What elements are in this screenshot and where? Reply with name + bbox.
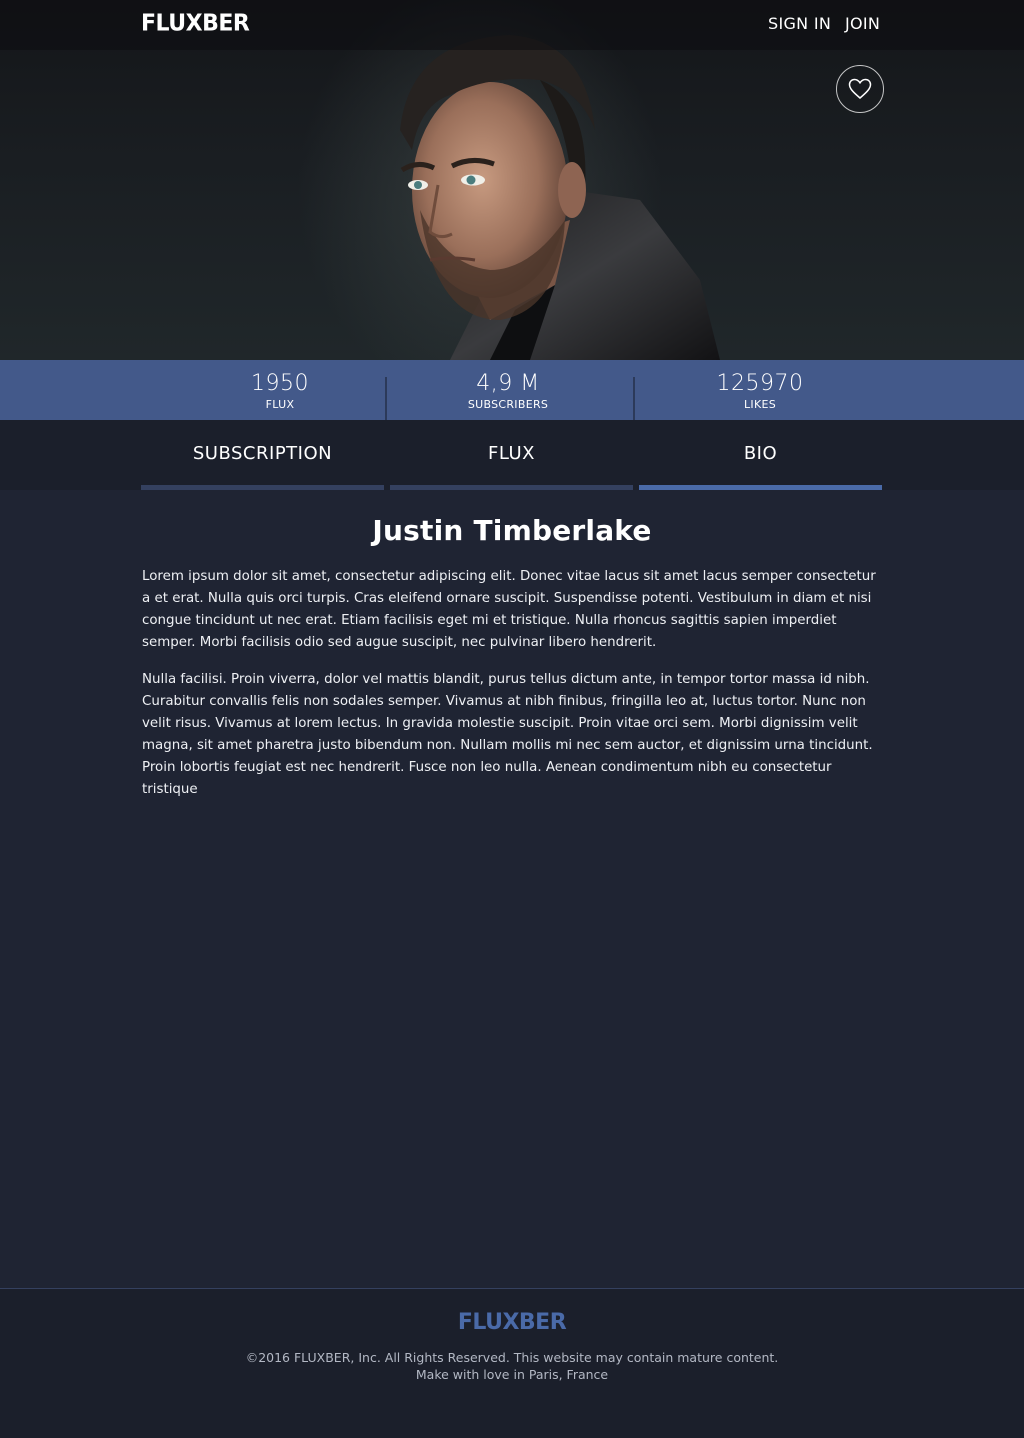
artist-portrait (400, 35, 720, 360)
tab-flux[interactable]: FLUX (390, 420, 633, 490)
tab-label: SUBSCRIPTION (192, 443, 333, 464)
footer-tagline: Make with love in Paris, France (415, 1367, 609, 1382)
stat-label: SUBSCRIBERS (467, 398, 549, 411)
tab-indicator (141, 485, 384, 490)
heart-icon (848, 78, 872, 99)
bio-paragraph: Nulla facilisi. Proin viverra, dolor vel… (142, 672, 873, 797)
stat-label: LIKES (743, 398, 777, 411)
stat-label: FLUX (265, 398, 295, 411)
stat-subscribers: 4,9 M SUBSCRIBERS (408, 360, 608, 420)
stat-value: 1950 (251, 371, 309, 396)
stats-bar: 1950 FLUX 4,9 M SUBSCRIBERS 125970 LIKES (0, 360, 1024, 420)
favorite-button[interactable] (836, 65, 884, 113)
stat-divider (385, 377, 387, 420)
stat-value: 4,9 M (476, 371, 540, 396)
footer-copyright: ©2016 FLUXBER, Inc. All Rights Reserved.… (245, 1350, 779, 1365)
hero-banner: FLUXBER SIGN IN JOIN (0, 0, 1024, 360)
brand-logo[interactable]: FLUXBER (141, 10, 250, 36)
stat-divider (633, 377, 635, 420)
footer-logo[interactable]: FLUXBER (0, 1310, 1024, 1335)
artist-name: Justin Timberlake (372, 514, 652, 547)
tab-indicator-active (639, 485, 882, 490)
sign-in-link[interactable]: SIGN IN (768, 14, 831, 33)
tab-subscription[interactable]: SUBSCRIPTION (141, 420, 384, 490)
tab-label: FLUX (488, 443, 535, 464)
tab-bio[interactable]: BIO (639, 420, 882, 490)
page-footer: FLUXBER ©2016 FLUXBER, Inc. All Rights R… (0, 1288, 1024, 1438)
stat-flux: 1950 FLUX (180, 360, 380, 420)
bio-paragraph: Lorem ipsum dolor sit amet, consectetur … (142, 569, 876, 650)
join-link[interactable]: JOIN (845, 14, 880, 33)
tab-label: BIO (743, 443, 778, 464)
profile-tabs: SUBSCRIPTION FLUX BIO (0, 420, 1024, 490)
top-navigation: FLUXBER SIGN IN JOIN (0, 0, 1024, 50)
stat-value: 125970 (716, 371, 804, 396)
stat-likes: 125970 LIKES (660, 360, 860, 420)
tab-indicator (390, 485, 633, 490)
